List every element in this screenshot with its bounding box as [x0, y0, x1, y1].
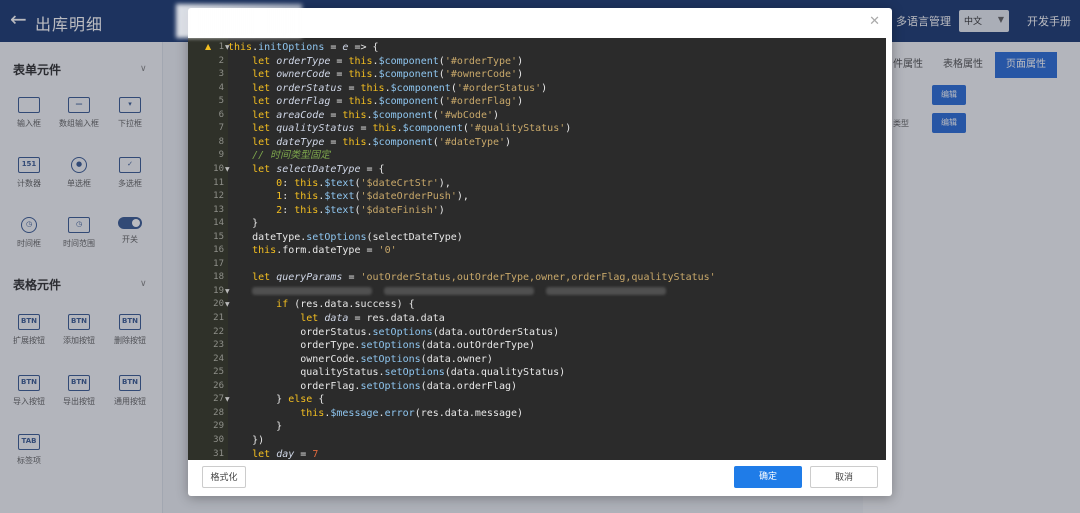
code-line: 2: this.$text('$dateFinish')	[276, 204, 445, 216]
code-editor-dialog: ✕ 1 ▼ 2 3 4 5 6 7 8 9 10 ▼ 11 12 13 14 15 16 17 18 19 ▼ 20 ▼ 21 2…	[188, 8, 892, 496]
code-line: let orderFlag = this.$component('#orderF…	[252, 96, 524, 108]
code-line: let ownerCode = this.$component('#ownerC…	[252, 69, 524, 81]
code-line: } else {	[228, 394, 325, 406]
code-line: if (res.data.success) {	[276, 299, 415, 311]
code-line: orderFlag.setOptions(data.orderFlag)	[228, 380, 517, 392]
line-number: 15	[213, 231, 224, 242]
cancel-button[interactable]: 取消	[810, 466, 878, 488]
code-line: this.$message.error(res.data.message)	[300, 407, 524, 419]
line-number: 10	[213, 163, 224, 174]
code-line: // 时间类型固定	[252, 150, 331, 162]
line-number: 22	[213, 326, 224, 337]
line-number: 19	[213, 285, 224, 296]
line-number: 16	[213, 245, 224, 256]
line-number-gutter: 1 ▼ 2 3 4 5 6 7 8 9 10 ▼ 11 12 13 14 15 16 17 18 19 ▼ 20 ▼ 21 22 2…	[188, 38, 230, 460]
code-line: let orderType = this.$component('#orderT…	[252, 55, 524, 67]
code-editor[interactable]: 1 ▼ 2 3 4 5 6 7 8 9 10 ▼ 11 12 13 14 15 16 17 18 19 ▼ 20 ▼ 21 22 2…	[188, 38, 886, 460]
line-number: 11	[213, 177, 224, 188]
code-line: let queryParams = 'outOrderStatus,outOrd…	[252, 272, 716, 284]
line-number: 13	[213, 204, 224, 215]
close-icon[interactable]: ✕	[869, 14, 880, 29]
code-line: let qualityStatus = this.$component('#qu…	[252, 123, 572, 135]
line-number: 3	[218, 69, 224, 80]
code-line: dateType.setOptions(selectDateType)	[228, 231, 463, 243]
line-number: 6	[218, 109, 224, 120]
line-number: 8	[218, 136, 224, 147]
code-line: let selectDateType = {	[252, 163, 385, 175]
line-number: 27	[213, 394, 224, 405]
code-content[interactable]: this.initOptions = e => { let orderType …	[228, 38, 886, 460]
code-line: let dateType = this.$component('#dateTyp…	[252, 136, 512, 148]
line-number: 30	[213, 434, 224, 445]
code-line-redacted	[228, 285, 886, 299]
format-button[interactable]: 格式化	[202, 466, 246, 488]
line-number: 28	[213, 407, 224, 418]
line-number: 20	[213, 299, 224, 310]
code-line: })	[228, 434, 265, 446]
line-number: 24	[213, 353, 224, 364]
line-number: 12	[213, 191, 224, 202]
code-line: let day = 7	[252, 448, 319, 460]
warning-icon: ▲	[205, 42, 212, 51]
line-number: 9	[218, 150, 224, 161]
line-number: 18	[213, 272, 224, 283]
code-line: orderStatus.setOptions(data.outOrderStat…	[228, 326, 560, 338]
code-line: 0: this.$text('$dateCrtStr'),	[276, 177, 451, 189]
line-number: 31	[213, 448, 224, 459]
line-number: 25	[213, 367, 224, 378]
code-line: let areaCode = this.$component('#wbCode'…	[252, 109, 500, 121]
code-line: }	[228, 218, 259, 230]
line-number: 7	[218, 123, 224, 134]
code-line: ownerCode.setOptions(data.owner)	[228, 353, 493, 365]
line-number: 21	[213, 313, 224, 323]
confirm-button[interactable]: 确定	[734, 466, 802, 488]
code-line: }	[228, 421, 283, 433]
line-number: 2	[218, 55, 224, 66]
line-number: 14	[213, 218, 224, 229]
code-line: this.form.dateType = '0'	[252, 245, 397, 257]
code-line: 1: this.$text('$dateOrderPush'),	[276, 191, 469, 203]
code-line: this.initOptions = e => {	[228, 42, 379, 53]
code-line: qualityStatus.setOptions(data.qualitySta…	[228, 367, 566, 379]
redaction-overlay	[176, 4, 302, 38]
code-line: let data = res.data.data	[300, 313, 445, 324]
code-line: orderType.setOptions(data.outOrderType)	[228, 340, 536, 352]
line-number: 5	[218, 96, 224, 107]
line-number: 29	[213, 421, 224, 432]
line-number: 4	[218, 82, 224, 93]
line-number: 23	[213, 340, 224, 351]
code-line: let orderStatus = this.$component('#orde…	[252, 82, 548, 94]
line-number: 17	[213, 258, 224, 269]
line-number: 26	[213, 380, 224, 391]
